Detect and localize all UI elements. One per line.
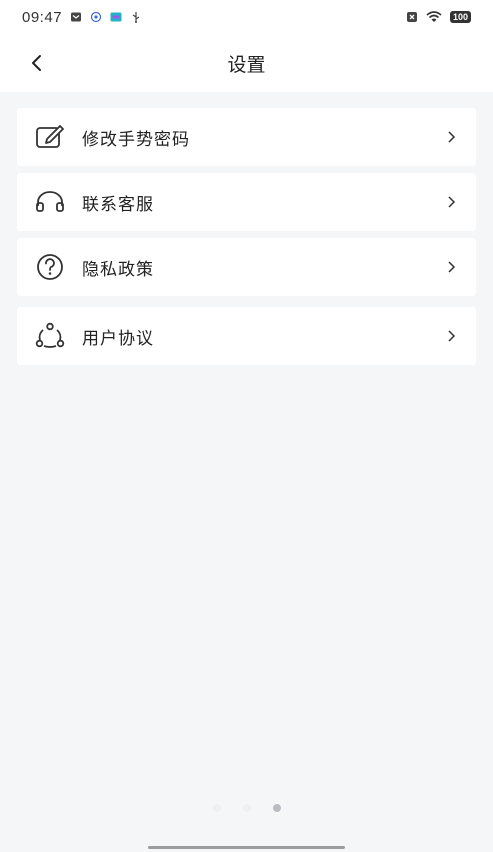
back-button[interactable] [22, 48, 52, 78]
headset-icon [35, 187, 65, 217]
usb-icon [132, 12, 140, 23]
chevron-right-icon [444, 195, 458, 209]
status-bar: 09:47 100 [0, 0, 493, 34]
settings-item-user-agreement[interactable]: 用户协议 [17, 307, 476, 365]
settings-item-contact-support[interactable]: 联系客服 [17, 173, 476, 231]
share-icon [35, 321, 65, 351]
settings-item-privacy-policy[interactable]: 隐私政策 [17, 238, 476, 296]
settings-item-label: 联系客服 [82, 194, 154, 215]
sim-icon [406, 12, 417, 22]
header: 设置 [0, 34, 493, 92]
chevron-right-icon [444, 260, 458, 274]
page-title: 设置 [227, 53, 266, 76]
page-indicator [0, 802, 493, 814]
status-right: 100 [406, 11, 471, 23]
settings-item-change-gesture-password[interactable]: 修改手势密码 [17, 108, 476, 166]
status-left: 09:47 [22, 9, 142, 26]
edit-icon [35, 122, 65, 152]
battery-indicator: 100 [449, 11, 471, 23]
wifi-icon [426, 11, 442, 22]
page-dot [242, 804, 251, 812]
page-dot-active [272, 804, 281, 812]
settings-list: 修改手势密码 联系客服 隐私政策 用户协议 [17, 108, 476, 365]
settings-item-label: 隐私政策 [82, 259, 154, 280]
mail-icon [71, 12, 82, 22]
chevron-left-icon [32, 55, 41, 71]
page-dot [212, 804, 221, 812]
question-icon [35, 252, 65, 282]
chevron-right-icon [444, 130, 458, 144]
settings-item-label: 修改手势密码 [82, 129, 190, 150]
app-icon [110, 12, 122, 22]
status-time: 09:47 [22, 8, 63, 26]
settings-item-label: 用户协议 [82, 328, 154, 349]
home-indicator[interactable] [148, 846, 345, 849]
notification-icon [90, 11, 102, 23]
chevron-right-icon [444, 329, 458, 343]
